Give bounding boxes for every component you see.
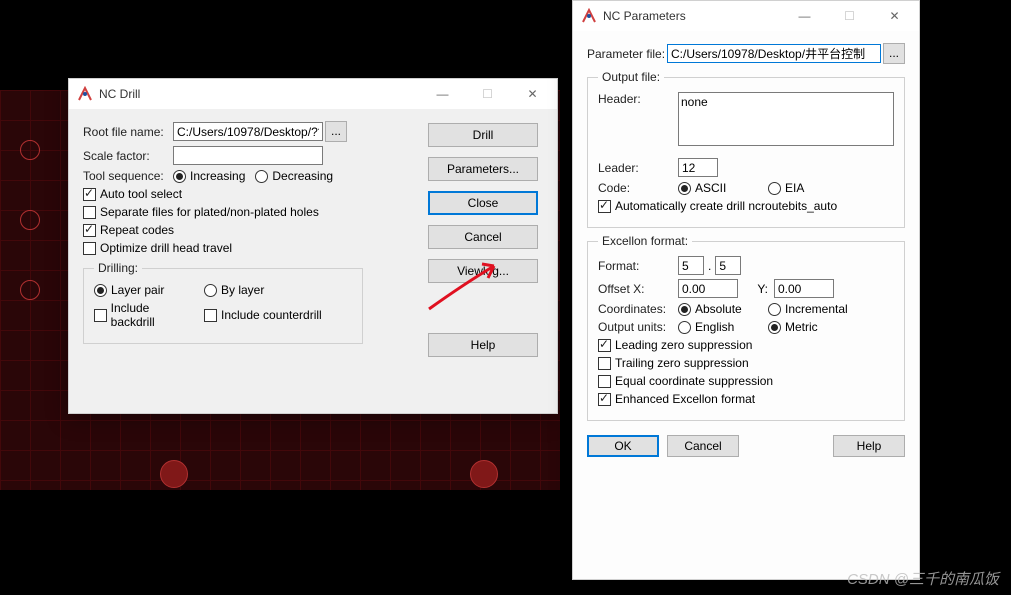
minimize-button[interactable]: — bbox=[420, 80, 465, 109]
drilling-legend: Drilling: bbox=[94, 261, 142, 275]
leader-input[interactable] bbox=[678, 158, 718, 177]
drill-button[interactable]: Drill bbox=[428, 123, 538, 147]
offsety-input[interactable] bbox=[774, 279, 834, 298]
absolute-radio[interactable]: Absolute bbox=[678, 302, 758, 316]
repeat-codes-check[interactable]: Repeat codes bbox=[83, 223, 174, 237]
close-dialog-button[interactable]: Close bbox=[428, 191, 538, 215]
nc-drill-window: NC Drill — ☐ ✕ Root file name: ... Scale… bbox=[68, 78, 558, 414]
offsety-label: Y: bbox=[738, 282, 768, 296]
excellon-legend: Excellon format: bbox=[598, 234, 692, 248]
maximize-button[interactable]: ☐ bbox=[827, 2, 872, 31]
auto-tool-check[interactable]: Auto tool select bbox=[83, 187, 182, 201]
auto-create-check[interactable]: Automatically create drill ncroutebits_a… bbox=[598, 199, 837, 213]
metric-radio[interactable]: Metric bbox=[768, 320, 818, 334]
format-dot: . bbox=[708, 259, 711, 273]
help-button[interactable]: Help bbox=[428, 333, 538, 357]
by-layer-radio[interactable]: By layer bbox=[204, 283, 264, 297]
incremental-radio[interactable]: Incremental bbox=[768, 302, 848, 316]
param-file-input[interactable] bbox=[667, 44, 881, 63]
decreasing-radio[interactable]: Decreasing bbox=[255, 169, 333, 183]
excellon-group: Excellon format: Format: . Offset X: Y: … bbox=[587, 234, 905, 421]
trailing-zero-check[interactable]: Trailing zero suppression bbox=[598, 356, 749, 370]
leading-zero-check[interactable]: Leading zero suppression bbox=[598, 338, 752, 352]
layer-pair-radio[interactable]: Layer pair bbox=[94, 283, 194, 297]
watermark: CSDN @三千的南瓜饭 bbox=[847, 568, 999, 589]
offsetx-label: Offset X: bbox=[598, 282, 678, 296]
root-file-input[interactable] bbox=[173, 122, 323, 141]
format2-input[interactable] bbox=[715, 256, 741, 275]
app-icon bbox=[581, 8, 597, 24]
output-file-group: Output file: Header: none Leader: Code: … bbox=[587, 70, 905, 228]
help-button[interactable]: Help bbox=[833, 435, 905, 457]
format1-input[interactable] bbox=[678, 256, 704, 275]
parameters-button[interactable]: Parameters... bbox=[428, 157, 538, 181]
maximize-button[interactable]: ☐ bbox=[465, 80, 510, 109]
root-file-label: Root file name: bbox=[83, 125, 173, 139]
optimize-check[interactable]: Optimize drill head travel bbox=[83, 241, 232, 255]
scale-label: Scale factor: bbox=[83, 149, 173, 163]
close-button[interactable]: ✕ bbox=[872, 2, 917, 31]
header-textarea[interactable]: none bbox=[678, 92, 894, 146]
units-label: Output units: bbox=[598, 320, 678, 334]
header-label: Header: bbox=[598, 92, 678, 106]
format-label: Format: bbox=[598, 259, 678, 273]
app-icon bbox=[77, 86, 93, 102]
minimize-button[interactable]: — bbox=[782, 2, 827, 31]
nc-parameters-window: NC Parameters — ☐ ✕ Parameter file: ... … bbox=[572, 0, 920, 580]
code-label: Code: bbox=[598, 181, 678, 195]
counterdrill-check[interactable]: Include counterdrill bbox=[204, 308, 322, 322]
cancel-button[interactable]: Cancel bbox=[667, 435, 739, 457]
increasing-radio[interactable]: Increasing bbox=[173, 169, 245, 183]
window-title: NC Parameters bbox=[603, 9, 782, 23]
output-legend: Output file: bbox=[598, 70, 664, 84]
drilling-group: Drilling: Layer pair By layer Include ba… bbox=[83, 261, 363, 344]
close-button[interactable]: ✕ bbox=[510, 80, 555, 109]
enhanced-check[interactable]: Enhanced Excellon format bbox=[598, 392, 755, 406]
titlebar[interactable]: NC Drill — ☐ ✕ bbox=[69, 79, 557, 109]
cancel-button[interactable]: Cancel bbox=[428, 225, 538, 249]
browse-button[interactable]: ... bbox=[883, 43, 905, 64]
english-radio[interactable]: English bbox=[678, 320, 758, 334]
coords-label: Coordinates: bbox=[598, 302, 678, 316]
backdrill-check[interactable]: Include backdrill bbox=[94, 301, 194, 329]
offsetx-input[interactable] bbox=[678, 279, 738, 298]
equal-coord-check[interactable]: Equal coordinate suppression bbox=[598, 374, 773, 388]
param-file-label: Parameter file: bbox=[587, 47, 667, 61]
scale-input[interactable] bbox=[173, 146, 323, 165]
ascii-radio[interactable]: ASCII bbox=[678, 181, 758, 195]
tool-seq-label: Tool sequence: bbox=[83, 169, 173, 183]
separate-files-check[interactable]: Separate files for plated/non-plated hol… bbox=[83, 205, 319, 219]
window-title: NC Drill bbox=[99, 87, 420, 101]
eia-radio[interactable]: EIA bbox=[768, 181, 804, 195]
viewlog-button[interactable]: Viewlog... bbox=[428, 259, 538, 283]
ok-button[interactable]: OK bbox=[587, 435, 659, 457]
titlebar[interactable]: NC Parameters — ☐ ✕ bbox=[573, 1, 919, 31]
browse-button[interactable]: ... bbox=[325, 121, 347, 142]
leader-label: Leader: bbox=[598, 161, 678, 175]
